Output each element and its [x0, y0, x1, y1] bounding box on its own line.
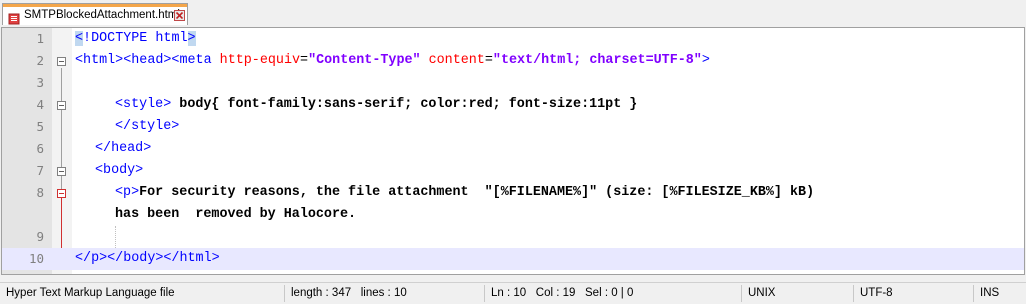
status-position: Ln : 10 Col : 19 Sel : 0 | 0: [484, 285, 741, 302]
indent-guide: [115, 226, 116, 248]
status-length: length : 347: [291, 287, 352, 299]
tab-smtpblockedattachment[interactable]: SMTPBlockedAttachment.html: [2, 3, 188, 25]
code-line-7[interactable]: 7 <body>: [2, 160, 1024, 182]
code-line-1[interactable]: 1 <!DOCTYPE html>: [2, 28, 1024, 50]
status-length-lines: length : 347 lines : 10: [284, 285, 484, 302]
status-sel: Sel : 0 | 0: [585, 287, 634, 299]
code-text: </head>: [95, 141, 152, 156]
fold-toggle-icon[interactable]: [57, 189, 66, 198]
fold-toggle-icon[interactable]: [57, 57, 66, 66]
tab-bar: SMTPBlockedAttachment.html: [0, 0, 1026, 28]
fold-toggle-icon[interactable]: [57, 101, 66, 110]
line-number: 8: [36, 185, 44, 200]
code-line-3[interactable]: 3: [2, 72, 1024, 94]
status-lines: lines : 10: [360, 287, 407, 299]
code-text-wrapped: has been removed by Halocore.: [115, 207, 357, 222]
code-line-2[interactable]: 2 <html><head><meta http-equiv="Content-…: [2, 50, 1024, 72]
status-col: Col : 19: [535, 287, 576, 299]
close-icon[interactable]: [174, 10, 185, 21]
code-text: <!DOCTYPE html>: [75, 31, 196, 46]
code-line-4[interactable]: 4 <style> body{ font-family:sans-serif; …: [2, 94, 1024, 116]
code-text: <body>: [95, 163, 144, 178]
code-text: </style>: [115, 119, 180, 134]
status-ln: Ln : 10: [491, 287, 527, 299]
status-encoding[interactable]: UTF-8: [853, 285, 973, 302]
line-number: 1: [36, 31, 44, 46]
line-number: 7: [36, 163, 44, 178]
line-number: 4: [36, 97, 44, 112]
line-number: 6: [36, 141, 44, 156]
code-line-6[interactable]: 6 </head>: [2, 138, 1024, 160]
status-eol[interactable]: UNIX: [741, 285, 853, 302]
code-text: <style> body{ font-family:sans-serif; co…: [115, 97, 638, 112]
code-text: </p></body></html>: [75, 251, 220, 266]
code-line-9[interactable]: 9: [2, 226, 1024, 248]
line-number: 10: [28, 251, 44, 266]
document-icon: [8, 10, 20, 25]
fold-toggle-icon[interactable]: [57, 167, 66, 176]
code-line-10[interactable]: 10 </p></body></html>: [2, 248, 1024, 270]
line-number: 3: [36, 75, 44, 90]
tab-label: SMTPBlockedAttachment.html: [24, 9, 180, 21]
code-text: <p>For security reasons, the file attach…: [115, 185, 815, 200]
code-text: <html><head><meta http-equiv="Content-Ty…: [75, 53, 710, 68]
status-insert-mode[interactable]: INS: [973, 285, 1026, 302]
code-line-5[interactable]: 5 </style>: [2, 116, 1024, 138]
code-line-8[interactable]: 8 <p>For security reasons, the file atta…: [2, 182, 1024, 226]
line-number: 2: [36, 53, 44, 68]
line-number: 9: [36, 229, 44, 244]
tab-active-indicator: [3, 4, 187, 7]
code-editor[interactable]: 1 <!DOCTYPE html> 2 <html><head><meta ht…: [1, 27, 1025, 275]
status-bar: Hyper Text Markup Language file length :…: [0, 282, 1026, 304]
status-file-type: Hyper Text Markup Language file: [6, 287, 175, 299]
line-number: 5: [36, 119, 44, 134]
